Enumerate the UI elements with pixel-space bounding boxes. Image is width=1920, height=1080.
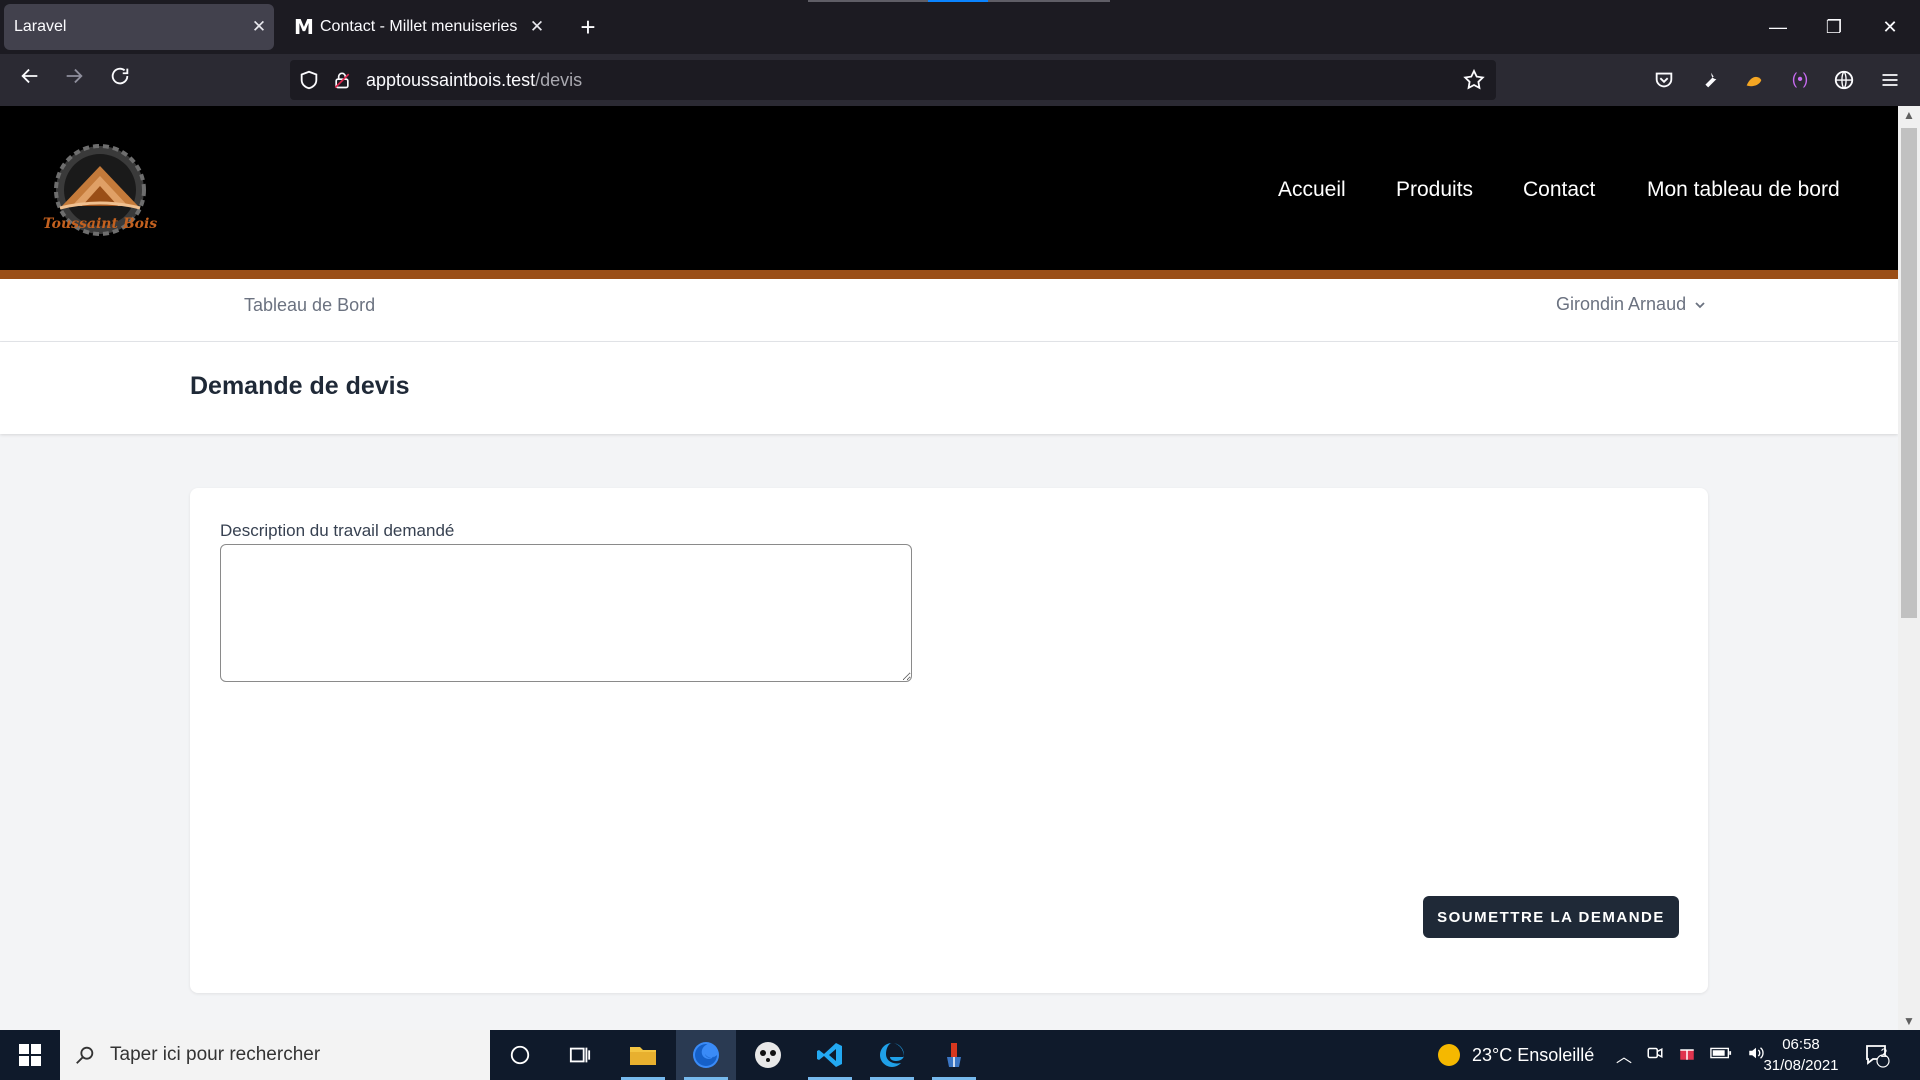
nav-produits[interactable]: Produits: [1396, 178, 1473, 202]
back-button[interactable]: [12, 62, 48, 98]
extension-icon[interactable]: [1740, 66, 1768, 94]
pocket-icon[interactable]: [1650, 66, 1678, 94]
system-tray: ︿: [1616, 1030, 1766, 1080]
svg-text:Toussaint Bois: Toussaint Bois: [43, 216, 157, 232]
shield-icon[interactable]: [298, 68, 322, 92]
globe-icon[interactable]: [1830, 66, 1858, 94]
scroll-up-icon[interactable]: ▲: [1898, 108, 1920, 122]
reload-icon: [111, 67, 129, 85]
paint-icon: [947, 1043, 961, 1067]
forward-button[interactable]: [56, 62, 92, 98]
page-scrollbar[interactable]: ▲ ▼: [1898, 106, 1920, 1030]
minimize-button[interactable]: —: [1750, 10, 1806, 44]
chevron-up-icon[interactable]: ︿: [1616, 1043, 1632, 1067]
url-text: apptoussaintbois.test/devis: [366, 70, 582, 91]
new-tab-button[interactable]: +: [572, 10, 604, 44]
url-host: apptoussaintbois.test: [366, 70, 536, 90]
nav-dashboard[interactable]: Mon tableau de bord: [1647, 178, 1840, 202]
nav-accueil[interactable]: Accueil: [1278, 178, 1346, 202]
taskbar-clock[interactable]: 06:58 31/08/2021: [1756, 1034, 1846, 1076]
bookmark-star-icon[interactable]: [1462, 68, 1486, 92]
clock-date: 31/08/2021: [1763, 1057, 1839, 1074]
dashboard-link[interactable]: Tableau de Bord: [244, 295, 375, 316]
url-path: /devis: [535, 70, 583, 90]
gmail-icon: M: [294, 15, 314, 39]
address-bar[interactable]: apptoussaintbois.test/devis: [290, 60, 1496, 100]
tab-strip-indicator: [988, 0, 1110, 2]
edge-icon: [880, 1043, 904, 1067]
taskbar-file-explorer[interactable]: [613, 1030, 673, 1080]
browser-tab-bar: Laravel ✕ M Contact - Millet menuiseries…: [0, 0, 1920, 54]
windows-logo-icon: [19, 1044, 41, 1066]
weather-text: 23°C Ensoleillé: [1472, 1044, 1595, 1065]
search-icon: [76, 1046, 94, 1064]
scroll-thumb[interactable]: [1901, 128, 1917, 618]
description-textarea[interactable]: [220, 544, 912, 682]
quote-form-card: Description du travail demandé SOUMETTRE…: [190, 488, 1708, 993]
taskbar-search[interactable]: Taper ici pour rechercher: [60, 1030, 490, 1080]
start-button[interactable]: [0, 1030, 60, 1080]
notification-count: 2: [1880, 1046, 1888, 1060]
site-header: Toussaint Bois Accueil Produits Contact …: [0, 106, 1898, 270]
gift-app-icon[interactable]: [1678, 1044, 1696, 1067]
windows-taskbar: Taper ici pour rechercher 23°C Ensoleill…: [0, 1030, 1920, 1080]
taskbar-paint-app[interactable]: [924, 1030, 984, 1080]
task-view-button[interactable]: [550, 1030, 610, 1080]
search-placeholder: Taper ici pour rechercher: [110, 1044, 321, 1065]
taskbar-app-panda[interactable]: [738, 1030, 798, 1080]
saw-blade-icon: Toussaint Bois: [43, 144, 157, 236]
chevron-down-icon: [1695, 301, 1705, 308]
app-subnav: Tableau de Bord Girondin Arnaud: [0, 279, 1898, 342]
folder-icon: [630, 1047, 656, 1065]
scroll-down-icon[interactable]: ▼: [1898, 1014, 1920, 1028]
tab-title: Contact - Millet menuiseries po: [320, 18, 522, 35]
task-view-icon: [569, 1047, 591, 1063]
tab-contact[interactable]: M Contact - Millet menuiseries po ✕: [290, 4, 552, 50]
taskbar-vscode[interactable]: [800, 1030, 860, 1080]
taskbar-edge[interactable]: [862, 1030, 922, 1080]
nav-contact[interactable]: Contact: [1523, 178, 1595, 202]
close-window-button[interactable]: ✕: [1862, 10, 1918, 44]
vscode-icon: [817, 1043, 842, 1067]
close-icon[interactable]: ✕: [522, 17, 552, 37]
menu-icon[interactable]: [1876, 66, 1904, 94]
submit-request-button[interactable]: SOUMETTRE LA DEMANDE: [1423, 896, 1679, 938]
taskbar-firefox[interactable]: [676, 1030, 736, 1080]
tab-laravel[interactable]: Laravel ✕: [4, 4, 274, 50]
firefox-icon: [693, 1042, 719, 1068]
notification-center-button[interactable]: 2: [1864, 1030, 1890, 1080]
cortana-button[interactable]: [490, 1030, 550, 1080]
close-icon[interactable]: ✕: [244, 17, 274, 37]
tab-title: Laravel: [14, 18, 67, 35]
meet-now-icon[interactable]: [1646, 1044, 1664, 1067]
tab-strip-indicator-active: [928, 0, 988, 2]
weather-widget[interactable]: 23°C Ensoleillé: [1438, 1030, 1594, 1080]
page-header: Demande de devis: [0, 342, 1898, 434]
page-title: Demande de devis: [190, 372, 410, 400]
header-accent-bar: [0, 270, 1898, 279]
sun-icon: [1438, 1044, 1460, 1066]
site-logo[interactable]: Toussaint Bois: [40, 142, 160, 238]
browser-nav-bar: apptoussaintbois.test/devis (•): [0, 54, 1920, 106]
tab-strip-indicator: [808, 0, 928, 2]
user-menu[interactable]: Girondin Arnaud: [1556, 294, 1706, 315]
arrow-left-icon: [21, 68, 38, 84]
lock-icon[interactable]: [332, 68, 356, 92]
panda-icon: [755, 1042, 781, 1068]
description-label: Description du travail demandé: [220, 521, 455, 540]
user-name: Girondin Arnaud: [1556, 294, 1687, 314]
wrench-icon[interactable]: [1696, 66, 1724, 94]
broadcast-icon[interactable]: (•): [1786, 66, 1814, 94]
cortana-icon: [510, 1045, 530, 1065]
page-viewport: Toussaint Bois Accueil Produits Contact …: [0, 106, 1898, 1030]
restore-button[interactable]: ❐: [1806, 10, 1862, 44]
clock-time: 06:58: [1782, 1036, 1820, 1053]
arrow-right-icon: [66, 68, 83, 84]
battery-icon[interactable]: [1710, 1046, 1732, 1065]
reload-button[interactable]: [102, 62, 138, 98]
